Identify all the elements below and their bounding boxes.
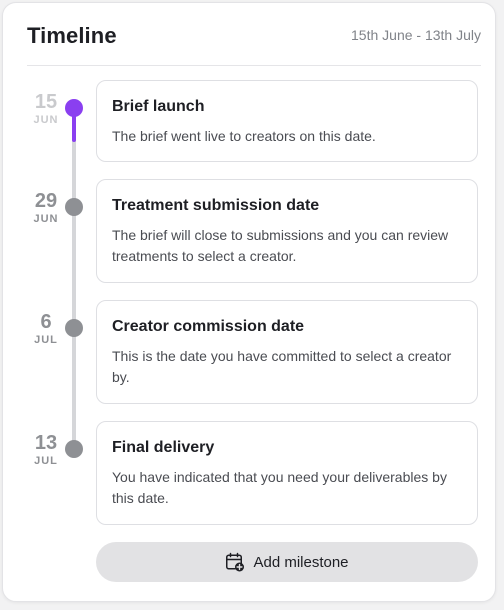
milestone-dot-completed (65, 99, 83, 117)
milestone-description: This is the date you have committed to s… (112, 348, 452, 385)
milestone-dot (65, 198, 83, 216)
milestone-card-brief-launch[interactable]: Brief launch The brief went live to crea… (96, 80, 478, 162)
milestone-title: Brief launch (112, 98, 205, 115)
milestone-card-final-delivery[interactable]: Final delivery You have indicated that y… (96, 421, 478, 525)
milestone-description: You have indicated that you need your de… (112, 469, 447, 506)
milestone-date: 29 JUN (21, 190, 71, 226)
milestone-title: Final delivery (112, 439, 215, 456)
milestone-day: 29 (34, 190, 58, 212)
timeline-header: Timeline 15th June - 13th July (27, 23, 481, 66)
milestone-dot (65, 319, 83, 337)
milestone-day: 13 (34, 432, 58, 454)
milestone-month: JUN (33, 114, 59, 126)
calendar-add-icon (225, 552, 245, 572)
milestone-day: 15 (34, 91, 58, 113)
milestone-card-creator-commission[interactable]: Creator commission date This is the date… (96, 300, 478, 404)
milestone-month: JUL (34, 455, 58, 467)
milestone-title: Creator commission date (112, 318, 305, 335)
milestone-date: 15 JUN (21, 91, 71, 127)
milestone-month: JUL (34, 334, 58, 346)
milestone-day: 6 (40, 311, 52, 333)
milestone-card-treatment-submission[interactable]: Treatment submission date The brief will… (96, 179, 478, 283)
milestone-date: 13 JUL (21, 432, 71, 468)
milestone-description: The brief went live to creators on this … (112, 128, 376, 144)
timeline-track (72, 107, 76, 452)
page-title: Timeline (27, 23, 117, 48)
milestone-title: Treatment submission date (112, 197, 320, 214)
milestone-dot (65, 440, 83, 458)
add-milestone-button[interactable]: Add milestone (96, 542, 478, 582)
milestone-month: JUN (33, 213, 59, 225)
date-range: 15th June - 13th July (351, 27, 481, 43)
milestone-description: The brief will close to submissions and … (112, 227, 449, 264)
milestone-date: 6 JUL (21, 311, 71, 347)
add-milestone-label: Add milestone (253, 553, 349, 571)
